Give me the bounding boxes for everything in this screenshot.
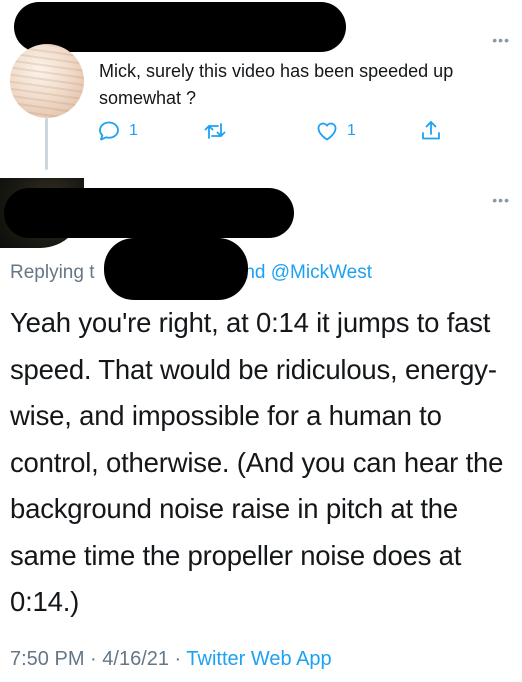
reply-button[interactable]: 1 [97, 119, 138, 143]
share-button[interactable] [419, 119, 443, 143]
tweet-date[interactable]: 4/16/21 [102, 648, 169, 670]
retweet-icon [204, 123, 226, 139]
redacted-handle [104, 238, 248, 300]
like-icon [317, 122, 337, 141]
replying-handles[interactable]: and @MickWest [229, 262, 372, 283]
like-button[interactable]: 1 [315, 119, 356, 143]
more-options-icon[interactable]: ••• [492, 192, 510, 208]
meta-separator: · [169, 648, 187, 670]
retweet-button[interactable] [203, 119, 235, 143]
like-count: 1 [347, 122, 356, 139]
avatar[interactable] [10, 44, 84, 118]
redacted-name-2 [4, 188, 294, 238]
reply-count: 1 [129, 122, 138, 139]
reply-icon [99, 121, 119, 141]
meta-separator: · [84, 648, 103, 670]
reply-tweet-text: Mick, surely this video has been speeded… [99, 61, 454, 108]
tweet-time[interactable]: 7:50 PM [10, 648, 84, 670]
thread-connector-line [45, 118, 48, 170]
share-icon [422, 121, 440, 140]
main-tweet-text: Yeah you're right, at 0:14 it jumps to f… [10, 307, 504, 617]
tweet-metadata: 7:50 PM · 4/16/21 · Twitter Web App [10, 648, 332, 671]
replying-prefix: Replying t [10, 262, 95, 283]
more-options-icon[interactable]: ••• [492, 32, 510, 48]
tweet-source-app[interactable]: Twitter Web App [186, 648, 331, 670]
